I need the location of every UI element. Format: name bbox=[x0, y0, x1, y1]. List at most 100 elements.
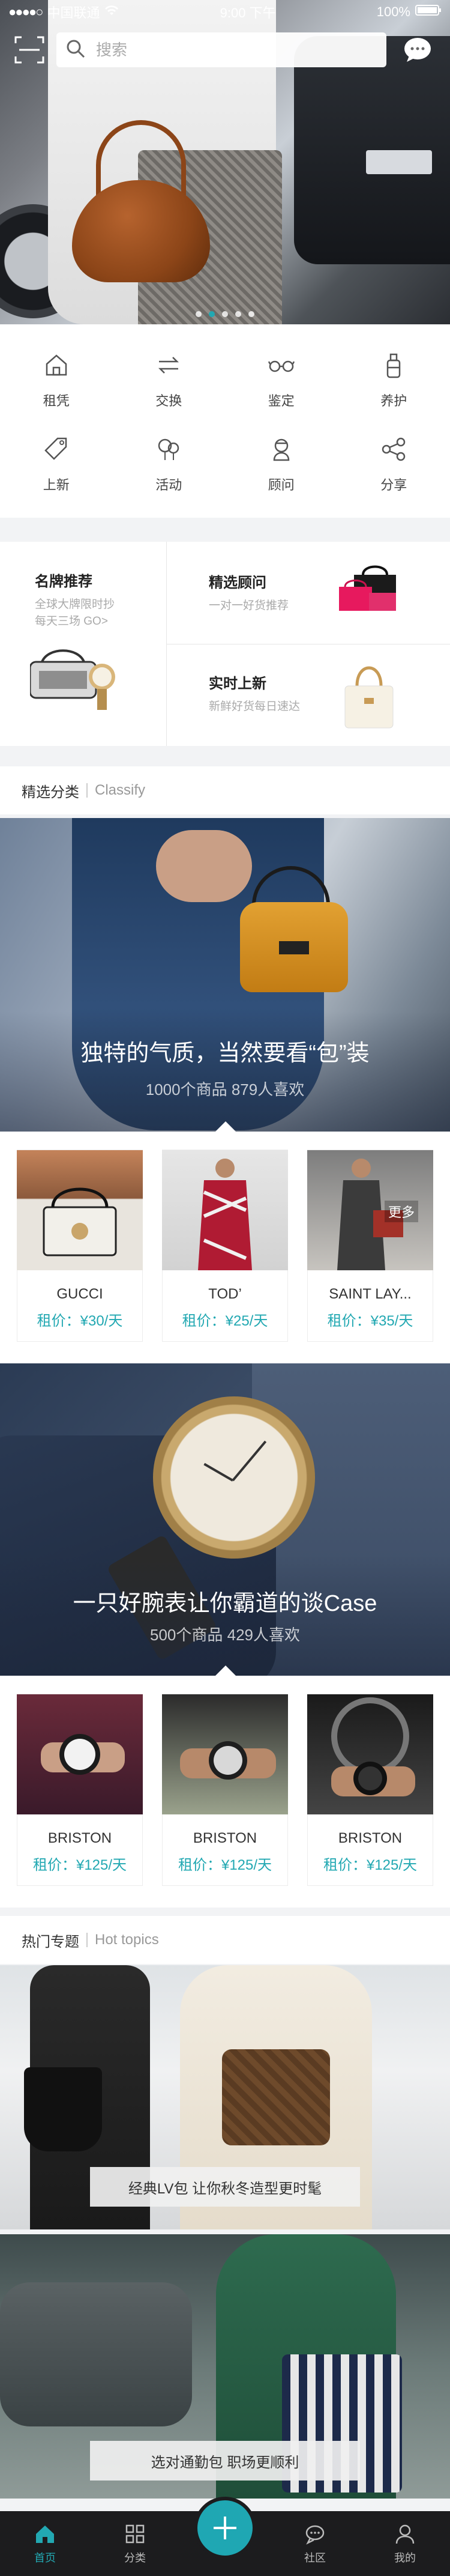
product-price: 租价：¥125/天 bbox=[32, 1857, 127, 1873]
category-label: 上新 bbox=[43, 477, 70, 492]
publish-button[interactable] bbox=[194, 2497, 256, 2559]
search-box[interactable] bbox=[56, 32, 386, 67]
scan-icon[interactable] bbox=[13, 34, 46, 66]
topic-bag bbox=[222, 2049, 330, 2145]
search-input[interactable] bbox=[96, 40, 297, 59]
battery-icon bbox=[415, 4, 442, 20]
more-badge[interactable]: 更多 bbox=[384, 1201, 418, 1222]
wifi-icon bbox=[104, 4, 119, 20]
promo-brand-image bbox=[29, 644, 120, 710]
section-divider bbox=[86, 1933, 88, 1947]
product-image bbox=[17, 1694, 143, 1814]
category-item-event[interactable]: 活动 bbox=[113, 435, 226, 519]
promo-new[interactable]: 实时上新 新鲜好货每日速达 bbox=[209, 671, 300, 715]
category-item-care[interactable]: 养护 bbox=[338, 351, 450, 435]
nav-item-profile[interactable]: 我的 bbox=[360, 2522, 450, 2565]
category-label: 活动 bbox=[155, 477, 182, 492]
user-icon bbox=[395, 2524, 415, 2544]
message-icon[interactable] bbox=[401, 33, 434, 67]
carousel-dot[interactable] bbox=[196, 311, 202, 317]
category-label: 租凭 bbox=[43, 393, 70, 408]
product-name: BRISTON bbox=[338, 1830, 403, 1846]
status-bar: ●●●●○ 中国联通 9:00 下午 100% bbox=[0, 0, 450, 24]
product-image bbox=[307, 1694, 433, 1814]
product-price: 租价：¥30/天 bbox=[37, 1313, 123, 1329]
product-price: 租价：¥25/天 bbox=[182, 1313, 268, 1329]
battery-label: 100% bbox=[376, 4, 410, 19]
classify-title-en: Classify bbox=[95, 782, 146, 798]
promo-brand-title: 名牌推荐 bbox=[35, 574, 92, 590]
carousel-dots bbox=[0, 311, 450, 317]
product-name: SAINT LAY... bbox=[329, 1286, 412, 1302]
bottle-icon bbox=[379, 351, 408, 380]
category-item-appraise[interactable]: 鉴定 bbox=[225, 351, 338, 435]
category-item-new[interactable]: 上新 bbox=[0, 435, 113, 519]
topic-card[interactable]: 经典LV包 让你秋冬造型更时髦 bbox=[0, 1965, 450, 2229]
product-name: TOD’ bbox=[208, 1286, 242, 1302]
carousel-dot[interactable] bbox=[248, 311, 254, 317]
exchange-icon bbox=[154, 351, 183, 380]
product-name: BRISTON bbox=[47, 1830, 112, 1846]
promo-advisor[interactable]: 精选顾问 一对一好货推荐 bbox=[209, 571, 289, 614]
nav-label: 分类 bbox=[124, 2552, 146, 2564]
nav-item-home[interactable]: 首页 bbox=[0, 2522, 90, 2565]
glasses-icon bbox=[267, 351, 296, 380]
feature-banner-watches[interactable]: 一只好腕表让你霸道的谈Case 500个商品 429人喜欢 bbox=[0, 1363, 450, 1676]
bag-product-row: GUCCI 租价：¥30/天 TOD’ 租价：¥25/天 更多 SAINT LA… bbox=[0, 1132, 450, 1363]
product-card[interactable]: BRISTON 租价：¥125/天 bbox=[162, 1694, 288, 1886]
watch-product-row: BRISTON 租价：¥125/天 BRISTON 租价：¥125/天 BRIS… bbox=[0, 1676, 450, 1908]
feature-banner-bags[interactable]: 独特的气质，当然要看“包”装 1000个商品 879人喜欢 bbox=[0, 818, 450, 1132]
product-price: 租价：¥125/天 bbox=[323, 1857, 418, 1873]
carousel-dot[interactable] bbox=[222, 311, 228, 317]
product-card[interactable]: BRISTON 租价：¥125/天 bbox=[17, 1694, 143, 1886]
plus-icon bbox=[214, 2517, 236, 2539]
product-name: BRISTON bbox=[193, 1830, 257, 1846]
topic-card[interactable]: 选对通勤包 职场更顺利 bbox=[0, 2234, 450, 2499]
product-card[interactable]: BRISTON 租价：¥125/天 bbox=[307, 1694, 433, 1886]
classify-title-cn: 精选分类 bbox=[22, 784, 79, 801]
grid-icon bbox=[125, 2524, 145, 2544]
nav-item-community[interactable]: 社区 bbox=[270, 2522, 360, 2565]
category-label: 顾问 bbox=[268, 477, 295, 492]
product-name: GUCCI bbox=[56, 1286, 103, 1302]
carrier-label: 中国联通 bbox=[47, 5, 100, 20]
nav-label: 我的 bbox=[394, 2552, 416, 2564]
category-item-exchange[interactable]: 交换 bbox=[113, 351, 226, 435]
product-card[interactable]: 更多 SAINT LAY... 租价：¥35/天 bbox=[307, 1150, 433, 1342]
topic-caption: 选对通勤包 职场更顺利 bbox=[90, 2441, 360, 2481]
category-item-rent[interactable]: 租凭 bbox=[0, 351, 113, 435]
promo-new-image bbox=[339, 656, 399, 734]
carousel-dot[interactable] bbox=[235, 311, 241, 317]
feature-bags-meta: 1000个商品 879人喜欢 bbox=[145, 1080, 305, 1099]
feature-notch bbox=[215, 1121, 236, 1132]
promo-advisor-subtitle: 一对一好货推荐 bbox=[209, 599, 289, 612]
category-label: 分享 bbox=[380, 477, 407, 492]
category-label: 鉴定 bbox=[268, 393, 295, 408]
product-card[interactable]: TOD’ 租价：¥25/天 bbox=[162, 1150, 288, 1342]
promo-block: 名牌推荐 全球大牌限时抄 每天三场 GO> 精选顾问 一对一好货推荐 实时上新 … bbox=[0, 542, 450, 746]
feature-watches-meta: 500个商品 429人喜欢 bbox=[150, 1626, 300, 1644]
product-price: 租价：¥35/天 bbox=[327, 1313, 413, 1329]
nav-item-category[interactable]: 分类 bbox=[90, 2522, 180, 2565]
feature-shade bbox=[0, 1011, 450, 1132]
time-label: 9:00 下午 bbox=[220, 5, 276, 20]
category-item-share[interactable]: 分享 bbox=[338, 435, 450, 519]
product-image bbox=[17, 1150, 143, 1270]
hot-topics-section-header: 热门专题 Hot topics bbox=[0, 1916, 450, 1964]
section-divider bbox=[86, 783, 88, 798]
carousel-dot-active[interactable] bbox=[209, 311, 215, 317]
product-card[interactable]: GUCCI 租价：¥30/天 bbox=[17, 1150, 143, 1342]
hot-topics-title-cn: 热门专题 bbox=[22, 1933, 79, 1950]
category-item-advisor[interactable]: 顾问 bbox=[225, 435, 338, 519]
balloon-icon bbox=[154, 435, 183, 464]
product-price: 租价：¥125/天 bbox=[178, 1857, 272, 1873]
search-icon bbox=[65, 38, 86, 62]
classify-section-header: 精选分类 Classify bbox=[0, 766, 450, 814]
feature-bags-title: 独特的气质，当然要看“包”装 bbox=[80, 1041, 370, 1066]
share-icon bbox=[379, 435, 408, 464]
feature-bags-logo bbox=[279, 941, 309, 954]
tag-icon bbox=[42, 435, 71, 464]
promo-advisor-title: 精选顾问 bbox=[209, 575, 266, 591]
feature-watches-title: 一只好腕表让你霸道的谈Case bbox=[73, 1591, 377, 1616]
nav-label: 首页 bbox=[34, 2552, 56, 2564]
